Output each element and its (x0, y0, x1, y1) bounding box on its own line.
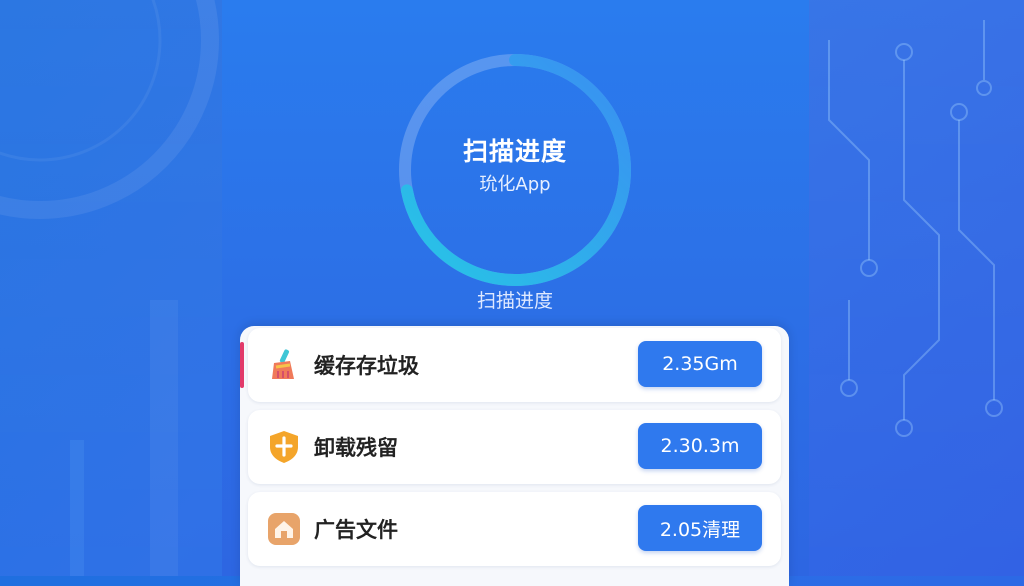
decorative-lines (0, 0, 219, 576)
selected-accent-bar (240, 342, 244, 388)
cache-size-button[interactable]: 2.35Gm (638, 341, 762, 387)
residue-size-button[interactable]: 2.30.3m (638, 423, 762, 469)
list-item-label: 广告文件 (314, 518, 398, 542)
list-item-uninstall-residue[interactable]: 卸载残留 2.30.3m (248, 410, 781, 484)
left-background-panel (0, 0, 223, 576)
list-item-label: 缓存存垃圾 (314, 354, 419, 378)
broom-icon (272, 349, 294, 379)
scan-progress-caption: 扫描进度 (476, 290, 553, 312)
shield-icon (270, 431, 298, 463)
circuit-decoration (828, 20, 1003, 437)
list-item-ad-files[interactable]: 广告文件 2.05清理 (248, 492, 781, 566)
list-item-label: 卸载残留 (314, 436, 398, 460)
results-card: 缓存存垃圾 2.35Gm 卸载残留 2.30.3m 广告文件 2.05清理 (240, 326, 789, 586)
scan-subtitle: 玧化App (479, 174, 551, 195)
ad-files-clean-button[interactable]: 2.05清理 (638, 505, 762, 551)
list-item-cache[interactable]: 缓存存垃圾 2.35Gm (240, 328, 781, 402)
right-background-panel (808, 0, 1024, 576)
app-box-icon (268, 513, 300, 545)
scan-title: 扫描进度 (462, 137, 567, 166)
